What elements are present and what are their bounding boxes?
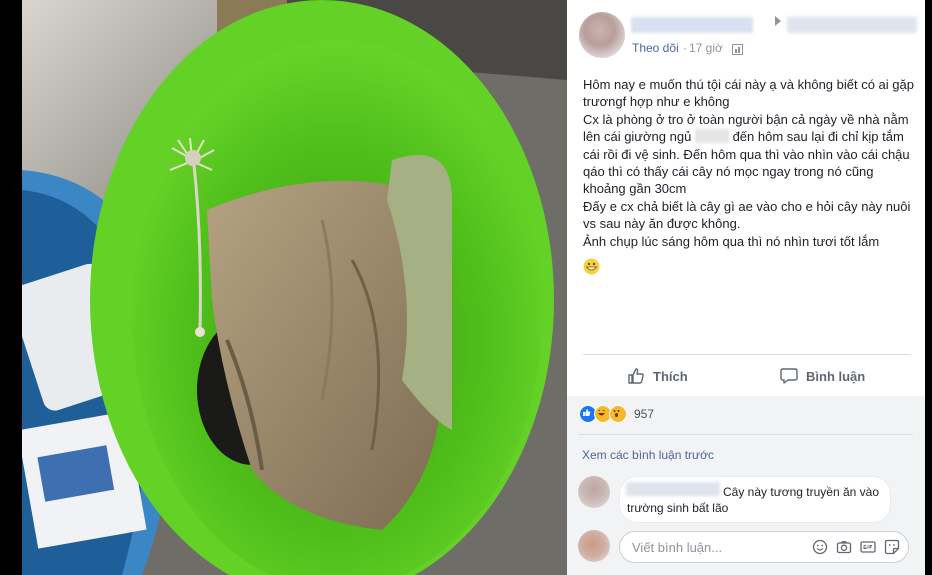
comment-icon	[780, 367, 798, 385]
wow-reaction-icon	[609, 405, 627, 423]
comment-input[interactable]	[630, 539, 814, 556]
photo-viewer	[0, 0, 567, 575]
reaction-summary[interactable]: 957	[579, 405, 654, 423]
commenter-avatar[interactable]	[578, 476, 610, 508]
post-panel: Theo dõi · 17 giờ Hôm nay e muốn thú tội…	[567, 0, 925, 575]
caret-right-icon	[775, 16, 781, 26]
comment-text: Cây này tương truyền ăn vào trường sinh …	[627, 485, 879, 515]
post-header: Theo dõi · 17 giờ	[579, 12, 917, 58]
comments-section: 957 Xem các bình luận trước Cây này tươn…	[567, 396, 925, 575]
comment-label: Bình luận	[806, 368, 866, 384]
comment-button[interactable]: Bình luận	[780, 367, 865, 385]
view-previous-comments-link[interactable]: Xem các bình luận trước	[582, 448, 714, 462]
post-line: Hôm nay e muốn thú tội cái này ạ và khôn…	[583, 77, 914, 110]
divider	[579, 434, 913, 435]
post-message: Hôm nay e muốn thú tội cái này ạ và khôn…	[583, 76, 915, 250]
emoji-picker-icon[interactable]	[812, 539, 828, 555]
thumb-up-icon	[627, 367, 645, 385]
photo-illustration	[22, 0, 567, 575]
sticker-icon[interactable]	[884, 539, 900, 555]
author-name-redacted[interactable]	[631, 17, 753, 33]
like-label: Thích	[653, 368, 688, 384]
meta-separator: ·	[683, 41, 687, 55]
post-line: Cx là phòng ở tro ở toàn người bận cả ng…	[583, 111, 915, 198]
window-edge	[925, 0, 932, 575]
post-actions: Thích Bình luận	[583, 354, 911, 397]
like-button[interactable]: Thích	[627, 367, 688, 385]
composer-tools	[812, 539, 900, 555]
post-time[interactable]: 17 giờ	[689, 41, 723, 55]
grinning-face-icon	[583, 258, 600, 275]
post-line: Ảnh chụp lúc sáng hôm qua thì nó nhìn tư…	[583, 233, 880, 249]
gif-icon[interactable]	[860, 539, 876, 555]
globe-icon	[732, 42, 743, 55]
redacted-text	[694, 129, 729, 144]
camera-icon[interactable]	[836, 539, 852, 555]
comment-composer[interactable]	[619, 531, 909, 563]
reaction-count[interactable]: 957	[634, 407, 654, 421]
author-avatar[interactable]	[579, 12, 625, 58]
post-photo[interactable]	[22, 0, 567, 575]
current-user-avatar	[578, 530, 610, 562]
comment-bubble: Cây này tương truyền ăn vào trường sinh …	[619, 476, 891, 523]
group-name-redacted[interactable]	[787, 17, 917, 33]
follow-link[interactable]: Theo dõi	[632, 41, 679, 55]
post-line: Đấy e cx chả biết là cây gì ae vào cho e…	[583, 198, 911, 232]
